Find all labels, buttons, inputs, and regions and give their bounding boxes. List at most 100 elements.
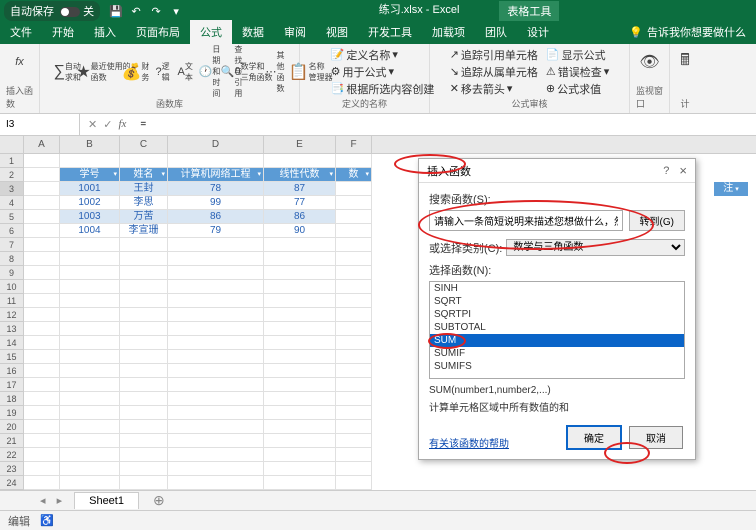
- table-cell[interactable]: 86: [168, 210, 264, 224]
- tab-home[interactable]: 开始: [42, 20, 84, 44]
- table-cell[interactable]: 78: [168, 182, 264, 196]
- text-button[interactable]: A文本: [178, 62, 198, 82]
- row-header[interactable]: 21: [0, 434, 24, 448]
- cells[interactable]: 学号姓名计算机网络工程线性代数数 1001王封7887 1002李思9977 1…: [24, 154, 372, 508]
- row-header[interactable]: 4: [0, 196, 24, 210]
- calc-button[interactable]: 🖩: [669, 46, 701, 78]
- list-item[interactable]: SUMIFS: [430, 360, 684, 373]
- th-course2[interactable]: 线性代数: [264, 168, 336, 182]
- accessibility-icon[interactable]: ♿: [40, 514, 54, 527]
- defname-button[interactable]: 📝定义名称 ▾: [331, 47, 435, 63]
- tab-data[interactable]: 数据: [232, 20, 274, 44]
- add-sheet-icon[interactable]: ⊕: [147, 492, 171, 509]
- table-cell[interactable]: 1001: [60, 182, 120, 196]
- row-header[interactable]: 2: [0, 168, 24, 182]
- close-icon[interactable]: ×: [679, 163, 687, 178]
- save-icon[interactable]: 💾: [110, 5, 122, 17]
- col-header-b[interactable]: B: [60, 136, 120, 153]
- ok-button[interactable]: 确定: [567, 426, 621, 449]
- formula-input[interactable]: [134, 119, 756, 130]
- function-list[interactable]: SINH SQRT SQRTPI SUBTOTAL SUM SUMIF SUMI…: [429, 281, 685, 379]
- list-item[interactable]: SUBTOTAL: [430, 321, 684, 334]
- table-cell[interactable]: 李思: [120, 196, 168, 210]
- tab-insert[interactable]: 插入: [84, 20, 126, 44]
- redo-icon[interactable]: ↷: [150, 5, 162, 17]
- accept-icon[interactable]: ✓: [103, 118, 112, 131]
- row-header[interactable]: 20: [0, 420, 24, 434]
- tell-me[interactable]: 💡告诉我你想要做什么: [619, 20, 756, 44]
- watch-button[interactable]: 👁: [634, 46, 666, 78]
- row-header[interactable]: 12: [0, 308, 24, 322]
- fromsel-button[interactable]: 📑根据所选内容创建: [331, 81, 435, 97]
- row-header[interactable]: 19: [0, 406, 24, 420]
- th-id[interactable]: 学号: [60, 168, 120, 182]
- trace-dep-button[interactable]: ↘追踪从属单元格: [450, 64, 538, 80]
- goto-button[interactable]: 转到(G): [629, 210, 685, 231]
- tab-formulas[interactable]: 公式: [190, 20, 232, 44]
- table-cell[interactable]: 1003: [60, 210, 120, 224]
- cancel-icon[interactable]: ✕: [88, 118, 97, 131]
- row-header[interactable]: 15: [0, 350, 24, 364]
- usefml-button[interactable]: ⚙用于公式 ▾: [331, 64, 435, 80]
- tab-design[interactable]: 设计: [517, 20, 559, 44]
- row-header[interactable]: 14: [0, 336, 24, 350]
- row-header[interactable]: 5: [0, 210, 24, 224]
- th-name[interactable]: 姓名: [120, 168, 168, 182]
- category-select[interactable]: 数学与三角函数: [506, 239, 685, 256]
- showfml-button[interactable]: 📄显示公式: [546, 47, 609, 63]
- remove-arrow-button[interactable]: ✕移去箭头 ▾: [450, 81, 538, 97]
- namemgr-button[interactable]: 📋名称 管理器: [295, 56, 327, 88]
- list-item[interactable]: SINH: [430, 282, 684, 295]
- financial-button[interactable]: 💰财务: [122, 56, 154, 88]
- undo-icon[interactable]: ↶: [130, 5, 142, 17]
- col-header-d[interactable]: D: [168, 136, 264, 153]
- table-cell[interactable]: 万苦: [120, 210, 168, 224]
- qat-more-icon[interactable]: ▾: [170, 5, 182, 17]
- help-icon[interactable]: ?: [663, 165, 669, 177]
- select-all[interactable]: [0, 136, 24, 154]
- col-header-e[interactable]: E: [264, 136, 336, 153]
- recent-button[interactable]: ★最近使用的 函数: [88, 56, 120, 88]
- tab-layout[interactable]: 页面布局: [126, 20, 190, 44]
- row-header[interactable]: 11: [0, 294, 24, 308]
- table-cell[interactable]: 79: [168, 224, 264, 238]
- row-header[interactable]: 10: [0, 280, 24, 294]
- col-header-c[interactable]: C: [120, 136, 168, 153]
- table-cell[interactable]: 86: [264, 210, 336, 224]
- row-header[interactable]: 13: [0, 322, 24, 336]
- list-item[interactable]: SQRT: [430, 295, 684, 308]
- sheet-nav[interactable]: ◂ ▸: [40, 494, 66, 507]
- tab-view[interactable]: 视图: [316, 20, 358, 44]
- tab-addins[interactable]: 加载项: [422, 20, 475, 44]
- table-cell[interactable]: 90: [264, 224, 336, 238]
- table-cell[interactable]: 王封: [120, 182, 168, 196]
- search-input[interactable]: [429, 210, 623, 231]
- col-header-a[interactable]: A: [24, 136, 60, 153]
- table-cell[interactable]: 1004: [60, 224, 120, 238]
- tab-dev[interactable]: 开发工具: [358, 20, 422, 44]
- row-header[interactable]: 16: [0, 364, 24, 378]
- table-cell[interactable]: 李宣珊: [120, 224, 168, 238]
- row-header[interactable]: 8: [0, 252, 24, 266]
- autosave-toggle[interactable]: 自动保存 关: [4, 1, 100, 21]
- col-header-f[interactable]: F: [336, 136, 372, 153]
- th-course1[interactable]: 计算机网络工程: [168, 168, 264, 182]
- row-header[interactable]: 18: [0, 392, 24, 406]
- table-cell[interactable]: 77: [264, 196, 336, 210]
- table-cell[interactable]: 99: [168, 196, 264, 210]
- list-item[interactable]: SUMIF: [430, 347, 684, 360]
- trace-prec-button[interactable]: ↗追踪引用单元格: [450, 47, 538, 63]
- row-header[interactable]: 1: [0, 154, 24, 168]
- errchk-button[interactable]: ⚠错误检查 ▾: [546, 64, 609, 80]
- row-header[interactable]: 9: [0, 266, 24, 280]
- row-header[interactable]: 17: [0, 378, 24, 392]
- help-link[interactable]: 有关该函数的帮助: [429, 435, 509, 450]
- dialog-titlebar[interactable]: 插入函数 ? ×: [419, 159, 695, 183]
- list-item[interactable]: SQRTPI: [430, 308, 684, 321]
- row-header[interactable]: 22: [0, 448, 24, 462]
- tab-file[interactable]: 文件: [0, 20, 42, 44]
- row-header[interactable]: 7: [0, 238, 24, 252]
- th-note[interactable]: 注: [714, 182, 748, 196]
- row-header[interactable]: 23: [0, 462, 24, 476]
- row-header[interactable]: 3: [0, 182, 24, 196]
